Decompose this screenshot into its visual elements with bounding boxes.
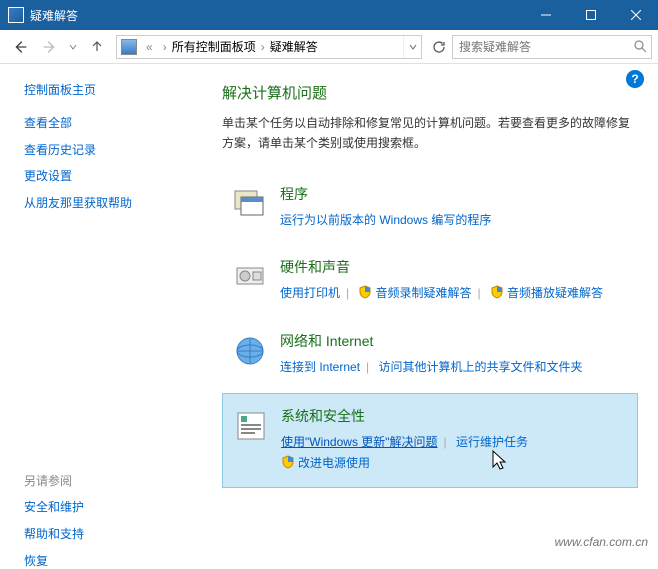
sidebar-link-help[interactable]: 帮助和支持 — [24, 526, 202, 543]
history-dropdown[interactable] — [66, 43, 80, 51]
app-icon — [8, 7, 24, 23]
category-system-security: 系统和安全性 使用"Windows 更新"解决问题| 运行维护任务 改进电源使用 — [222, 393, 638, 488]
sidebar-home[interactable]: 控制面板主页 — [24, 82, 202, 99]
address-bar[interactable]: « › 所有控制面板项 › 疑难解答 — [116, 35, 422, 59]
back-button[interactable] — [6, 33, 34, 61]
minimize-button[interactable] — [523, 0, 568, 30]
link-use-printer[interactable]: 使用打印机 — [280, 286, 340, 300]
sidebar-link-friend-help[interactable]: 从朋友那里获取帮助 — [24, 195, 202, 212]
category-hardware: 硬件和声音 使用打印机| 音频录制疑难解答| 音频播放疑难解答 — [222, 245, 638, 317]
refresh-button[interactable] — [428, 36, 450, 58]
hardware-icon — [230, 257, 270, 297]
close-button[interactable] — [613, 0, 658, 30]
programs-icon — [230, 184, 270, 224]
shield-icon — [490, 285, 504, 299]
shield-icon — [281, 455, 295, 469]
breadcrumb-item[interactable]: 疑难解答 — [270, 38, 318, 55]
watermark: www.cfan.com.cn — [555, 535, 648, 549]
link-shared-files[interactable]: 访问其他计算机上的共享文件和文件夹 — [379, 360, 583, 374]
network-icon — [230, 331, 270, 371]
page-heading: 解决计算机问题 — [222, 82, 638, 103]
shield-icon — [358, 285, 372, 299]
help-icon[interactable]: ? — [626, 70, 644, 88]
titlebar: 疑难解答 — [0, 0, 658, 30]
search-icon[interactable] — [629, 40, 651, 53]
category-title[interactable]: 程序 — [280, 184, 630, 204]
navigation-bar: « › 所有控制面板项 › 疑难解答 — [0, 30, 658, 64]
category-title[interactable]: 网络和 Internet — [280, 331, 630, 351]
link-connect-internet[interactable]: 连接到 Internet — [280, 360, 360, 374]
page-description: 单击某个任务以自动排除和修复常见的计算机问题。若要查看更多的故障修复方案，请单击… — [222, 113, 638, 154]
window-title: 疑难解答 — [30, 7, 523, 24]
chevron-right-icon[interactable]: « — [141, 40, 158, 54]
link-power[interactable]: 改进电源使用 — [298, 456, 370, 470]
sidebar-link-settings[interactable]: 更改设置 — [24, 168, 202, 185]
main-content: ? 解决计算机问题 单击某个任务以自动排除和修复常见的计算机问题。若要查看更多的… — [212, 64, 658, 555]
category-programs: 程序 运行为以前版本的 Windows 编写的程序 — [222, 172, 638, 244]
link-windows-update[interactable]: 使用"Windows 更新"解决问题 — [281, 435, 438, 449]
system-icon — [231, 406, 271, 446]
address-dropdown[interactable] — [403, 36, 421, 58]
up-button[interactable] — [84, 34, 110, 60]
sidebar-link-recovery[interactable]: 恢复 — [24, 553, 202, 569]
category-title[interactable]: 硬件和声音 — [280, 257, 630, 277]
category-network: 网络和 Internet 连接到 Internet| 访问其他计算机上的共享文件… — [222, 319, 638, 391]
forward-button[interactable] — [36, 33, 64, 61]
link-run-old-programs[interactable]: 运行为以前版本的 Windows 编写的程序 — [280, 213, 491, 227]
chevron-right-icon[interactable]: › — [158, 40, 172, 54]
search-input[interactable] — [453, 40, 629, 54]
link-audio-play[interactable]: 音频播放疑难解答 — [507, 286, 603, 300]
sidebar-link-history[interactable]: 查看历史记录 — [24, 142, 202, 159]
see-also-label: 另请参阅 — [24, 472, 202, 489]
chevron-right-icon[interactable]: › — [256, 40, 270, 54]
search-box[interactable] — [452, 35, 652, 59]
sidebar: 控制面板主页 查看全部 查看历史记录 更改设置 从朋友那里获取帮助 另请参阅 安… — [0, 64, 212, 555]
sidebar-link-security[interactable]: 安全和维护 — [24, 499, 202, 516]
link-audio-record[interactable]: 音频录制疑难解答 — [375, 286, 471, 300]
category-title[interactable]: 系统和安全性 — [281, 406, 629, 426]
addressbar-icon — [121, 39, 137, 55]
breadcrumb: « › 所有控制面板项 › 疑难解答 — [141, 38, 318, 55]
maximize-button[interactable] — [568, 0, 613, 30]
breadcrumb-item[interactable]: 所有控制面板项 — [172, 38, 256, 55]
sidebar-link-view-all[interactable]: 查看全部 — [24, 115, 202, 132]
link-maintenance[interactable]: 运行维护任务 — [456, 435, 528, 449]
